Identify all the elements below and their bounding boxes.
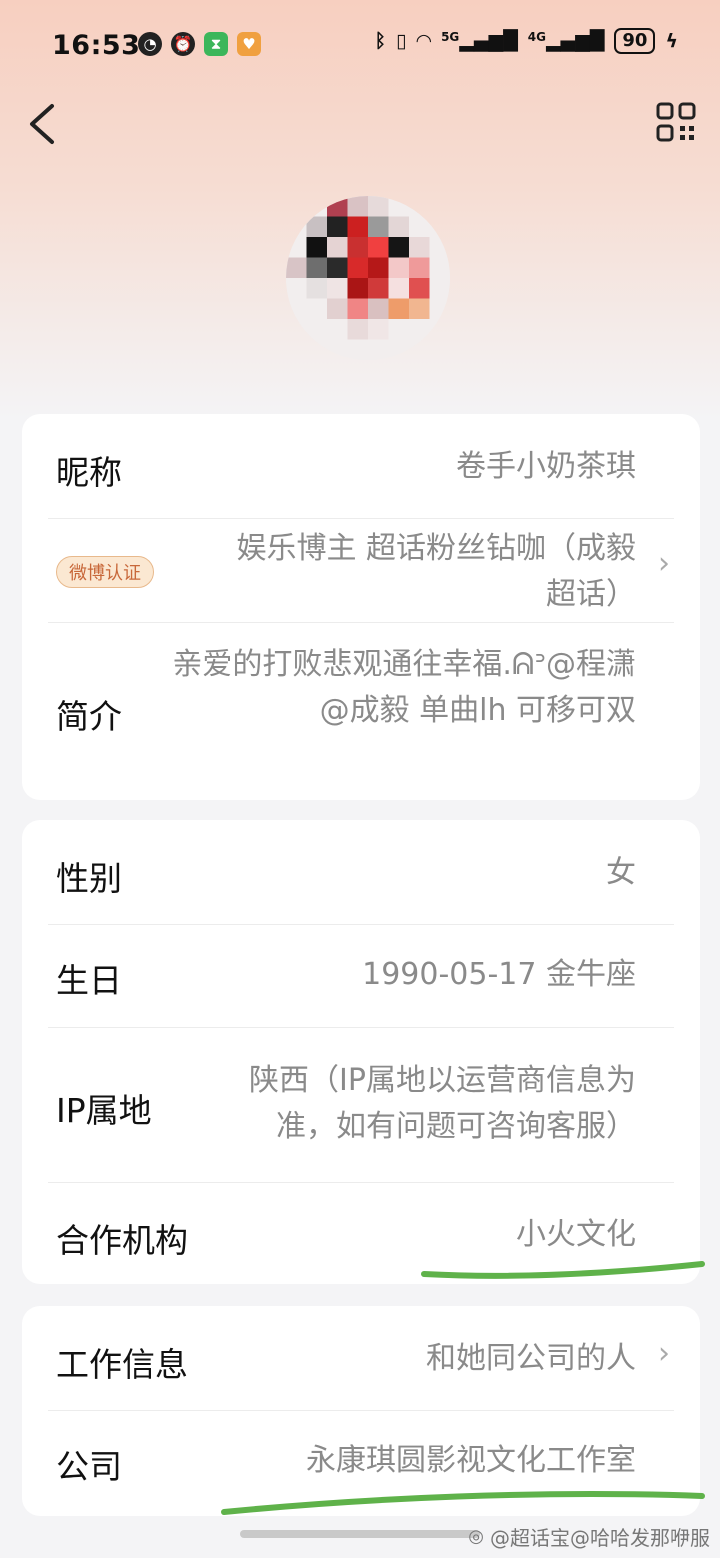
ip-label: IP属地: [56, 1091, 152, 1130]
birthday-label: 生日: [56, 961, 122, 1000]
company-value: 永康琪圆影视文化工作室: [306, 1443, 636, 1478]
data-saver-icon: ◔: [138, 32, 162, 56]
chevron-right-icon: ›: [658, 546, 670, 581]
highlight-stroke: [221, 1490, 705, 1515]
nickname-row[interactable]: 昵称 卷手小奶茶琪: [56, 444, 670, 494]
work-info-value: 和她同公司的人: [426, 1341, 636, 1376]
ip-value: 陕西（IP属地以运营商信息为准，如有问题可咨询客服）: [249, 1063, 636, 1144]
verify-value: 娱乐博主 超话粉丝钻咖（成毅超话）: [236, 531, 636, 612]
verification-row[interactable]: 微博认证 娱乐博主 超话粉丝钻咖（成毅超话） ›: [56, 520, 670, 620]
charging-icon: ϟ: [665, 30, 678, 52]
verify-badge: 微博认证: [56, 556, 154, 588]
nickname-value: 卷手小奶茶琪: [456, 449, 636, 484]
status-time: 16:53: [52, 30, 141, 61]
company-label: 公司: [56, 1447, 122, 1486]
wifi-icon: ◠: [416, 30, 432, 52]
qr-code-icon[interactable]: [656, 102, 696, 142]
alarm-icon: ⏰: [171, 32, 195, 56]
org-value: 小火文化: [516, 1217, 636, 1252]
back-arrow-icon[interactable]: [24, 100, 64, 148]
birthday-value: 1990-05-17 金牛座: [362, 957, 636, 992]
battery-icon: 90: [614, 28, 656, 54]
bio-value: 亲爱的打败悲观通往幸福.ᕱᐣ@程潇 @成毅 单曲lh 可移可双: [172, 647, 636, 728]
work-info-row[interactable]: 工作信息 和她同公司的人 ›: [56, 1336, 670, 1386]
signal-4g-icon: 4G▂▄▆█: [527, 30, 605, 52]
gender-value: 女: [606, 855, 636, 890]
divider: [48, 924, 674, 925]
divider: [48, 1182, 674, 1183]
divider: [48, 518, 674, 519]
bluetooth-icon: ᛒ: [374, 30, 386, 52]
basic-info-card: 性别 女 生日 1990-05-17 金牛座 IP属地 陕西（IP属地以运营商信…: [22, 820, 700, 1284]
bio-row[interactable]: 简介 亲爱的打败悲观通往幸福.ᕱᐣ@程潇 @成毅 单曲lh 可移可双: [56, 642, 670, 792]
divider: [48, 1027, 674, 1028]
bio-label: 简介: [56, 697, 122, 736]
divider: [48, 622, 674, 623]
chevron-right-icon: ›: [658, 1336, 670, 1371]
company-row: 公司 永康琪圆影视文化工作室: [56, 1438, 670, 1488]
signal-5g-icon: 5G▂▄▆█: [441, 30, 518, 52]
avatar[interactable]: [286, 196, 450, 360]
profile-card: 昵称 卷手小奶茶琪 微博认证 娱乐博主 超话粉丝钻咖（成毅超话） › 简介 亲爱…: [22, 414, 700, 800]
work-info-card: 工作信息 和她同公司的人 › 公司 永康琪圆影视文化工作室: [22, 1306, 700, 1516]
weibo-logo-icon: ◎: [468, 1526, 484, 1547]
organization-row: 合作机构 小火文化: [56, 1212, 670, 1262]
status-notification-icons: ◔ ⏰ ⧗ ♥: [138, 32, 261, 56]
watermark: ◎ @超话宝@哈哈发那咿服: [468, 1522, 710, 1551]
home-indicator[interactable]: [240, 1530, 480, 1538]
gender-label: 性别: [56, 859, 122, 898]
heart-icon: ♥: [237, 32, 261, 56]
divider: [48, 1410, 674, 1411]
ip-row: IP属地 陕西（IP属地以运营商信息为准，如有问题可咨询客服）: [56, 1058, 670, 1158]
gender-row: 性别 女: [56, 850, 670, 900]
status-bar: 16:53 ◔ ⏰ ⧗ ♥ ᛒ ▯ ◠ 5G▂▄▆█ 4G▂▄▆█ 90 ϟ: [0, 18, 720, 74]
birthday-row: 生日 1990-05-17 金牛座: [56, 952, 670, 1002]
watermark-text: @超话宝@哈哈发那咿服: [490, 1526, 710, 1550]
timer-icon: ⧗: [204, 32, 228, 56]
highlight-stroke: [421, 1261, 705, 1279]
nickname-label: 昵称: [56, 453, 122, 492]
status-system-icons: ᛒ ▯ ◠ 5G▂▄▆█ 4G▂▄▆█ 90 ϟ: [375, 28, 678, 54]
work-info-label: 工作信息: [56, 1345, 188, 1384]
vibrate-icon: ▯: [395, 30, 407, 52]
org-label: 合作机构: [56, 1221, 188, 1260]
